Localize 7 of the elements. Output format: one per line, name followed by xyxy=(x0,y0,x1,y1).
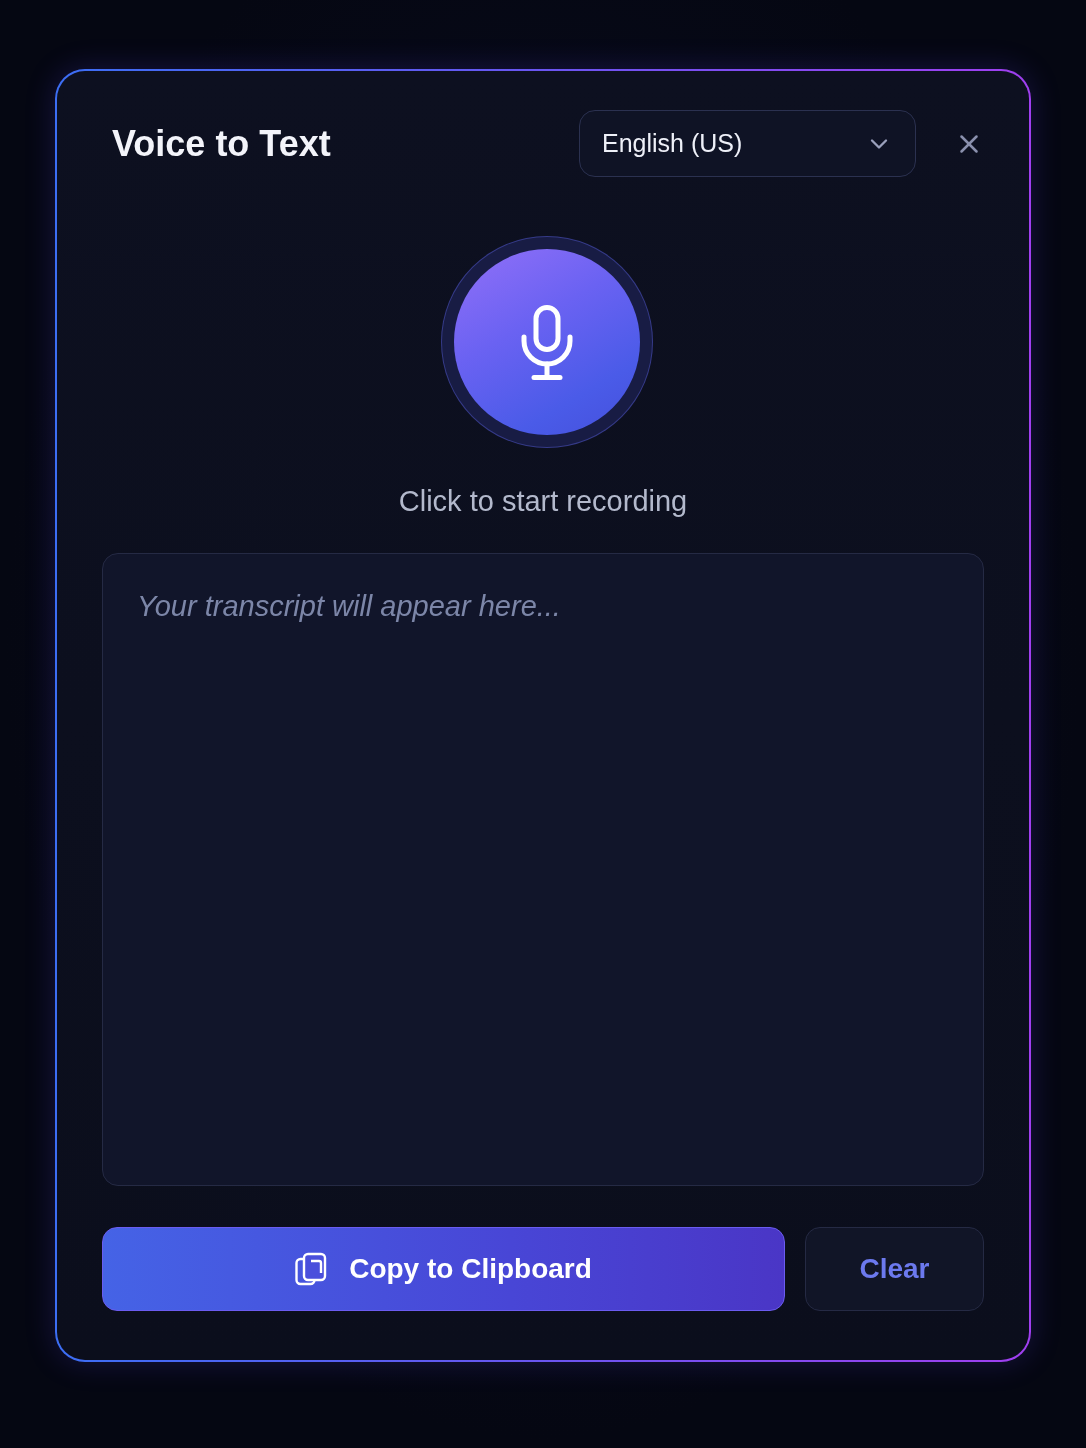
copy-button[interactable]: Copy to Clipboard xyxy=(102,1227,785,1311)
dialog-title: Voice to Text xyxy=(112,122,332,165)
transcript-field[interactable]: Your transcript will appear here... xyxy=(102,553,984,1186)
status-text: Click to start recording xyxy=(397,484,689,518)
clear-button[interactable]: Clear xyxy=(805,1227,984,1311)
microphone-icon xyxy=(521,304,573,380)
language-select[interactable]: English (US) xyxy=(579,110,916,177)
